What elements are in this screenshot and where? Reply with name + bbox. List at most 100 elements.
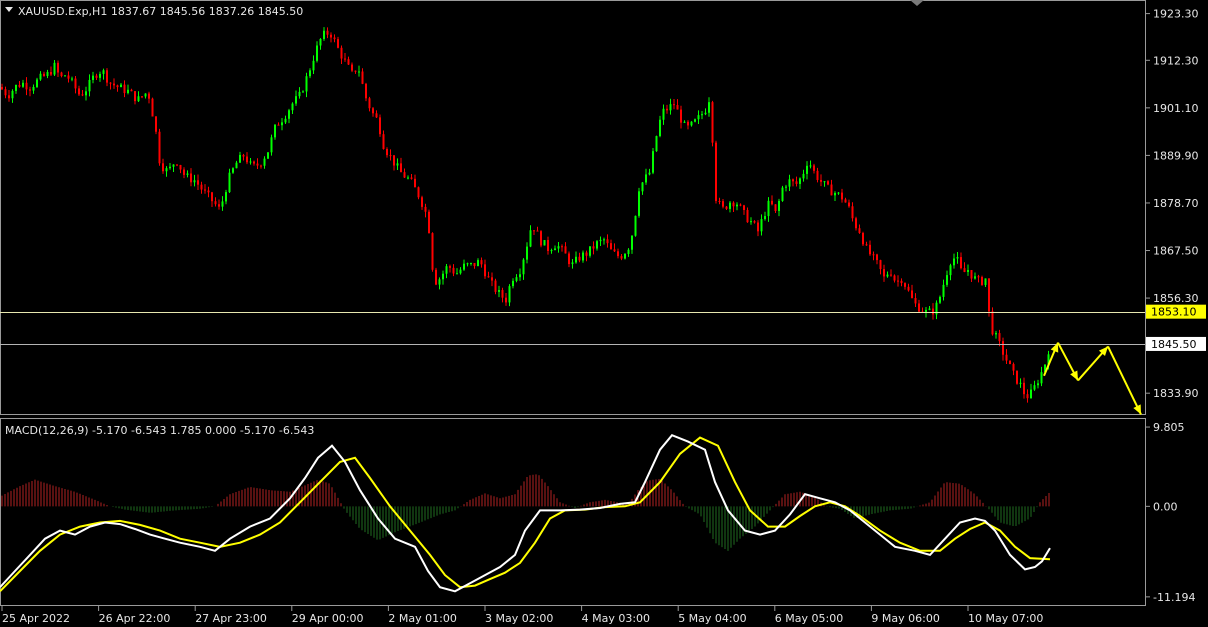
candle-body	[582, 252, 584, 261]
candle-body	[865, 244, 868, 246]
candle-body	[928, 308, 931, 310]
candle-body	[876, 254, 878, 261]
candle-body	[158, 131, 161, 164]
candle-body	[676, 104, 679, 110]
candle-body	[116, 85, 119, 88]
candle-body	[568, 253, 570, 265]
price-tick-label: 1901.10	[1153, 102, 1199, 115]
candle-body	[900, 280, 903, 284]
candle-body	[519, 274, 521, 278]
candle-body	[487, 276, 490, 278]
candle-body	[260, 165, 262, 167]
chart-background	[0, 0, 1208, 627]
candle-body	[683, 121, 686, 123]
candle-body	[151, 98, 154, 117]
time-tick-label: 3 May 02:00	[485, 612, 553, 625]
candle-body	[991, 311, 994, 335]
candle-body	[704, 112, 707, 115]
candle-body	[806, 165, 808, 174]
candle-body	[932, 308, 934, 315]
candle-body	[323, 30, 325, 39]
candle-body	[893, 275, 896, 281]
candle-body	[795, 181, 798, 184]
candle-body	[508, 286, 511, 303]
candle-body	[561, 246, 563, 248]
candle-body	[729, 202, 731, 209]
candle-body	[270, 137, 273, 153]
candle-body	[246, 156, 248, 163]
candle-body	[316, 45, 318, 61]
candle-body	[242, 154, 245, 157]
candle-body	[284, 118, 287, 123]
candle-body	[613, 249, 616, 252]
candle-body	[85, 91, 87, 96]
candle-body	[953, 258, 955, 266]
time-tick-label: 4 May 03:00	[582, 612, 650, 625]
trading-chart[interactable]: XAUUSD.Exp,H1 1837.67 1845.56 1837.26 18…	[0, 0, 1208, 627]
candle-body	[134, 91, 136, 102]
candle-body	[214, 201, 217, 205]
candle-body	[64, 75, 66, 77]
candle-body	[305, 76, 308, 92]
candle-body	[253, 161, 255, 164]
candle-body	[610, 243, 612, 250]
candle-body	[25, 82, 28, 90]
candle-body	[11, 90, 14, 99]
candle-body	[309, 70, 311, 77]
candle-body	[74, 78, 77, 89]
time-tick-label: 2 May 01:00	[388, 612, 456, 625]
current-price-label: 1845.50	[1151, 338, 1197, 351]
candle-body	[169, 166, 171, 169]
candle-body	[421, 197, 423, 207]
candle-body	[925, 309, 927, 312]
candle-body	[715, 142, 717, 201]
candle-body	[711, 102, 714, 143]
candle-body	[326, 30, 329, 35]
candle-body	[438, 279, 441, 285]
candle-body	[533, 230, 535, 232]
candle-body	[148, 93, 150, 99]
candle-body	[606, 239, 609, 244]
candle-body	[470, 262, 472, 264]
candle-body	[757, 222, 759, 232]
candle-body	[918, 303, 920, 312]
candle-body	[981, 276, 983, 285]
candle-body	[764, 216, 766, 220]
candle-body	[869, 244, 871, 255]
candle-body	[785, 186, 787, 188]
candle-body	[655, 136, 658, 152]
candle-body	[354, 70, 357, 72]
candle-body	[907, 286, 910, 291]
candle-body	[855, 218, 857, 229]
candle-body	[526, 246, 528, 260]
candle-body	[36, 79, 38, 87]
candle-body	[725, 206, 728, 209]
time-tick-label: 5 May 04:00	[678, 612, 746, 625]
candle-body	[694, 119, 696, 122]
candle-body	[550, 250, 553, 252]
candle-body	[1009, 360, 1011, 365]
candle-body	[799, 178, 801, 184]
time-tick-label: 26 Apr 22:00	[99, 612, 171, 625]
candle-body	[1016, 370, 1018, 384]
candle-body	[456, 273, 458, 275]
candle-body	[358, 71, 360, 73]
candle-body	[722, 201, 724, 207]
candle-body	[382, 134, 385, 150]
candle-body	[603, 239, 605, 241]
candle-body	[736, 204, 738, 207]
candle-body	[333, 37, 336, 40]
candle-body	[942, 284, 945, 297]
candle-body	[834, 192, 836, 196]
candle-body	[442, 273, 444, 280]
candle-body	[22, 82, 24, 87]
candle-body	[141, 96, 143, 98]
candle-body	[662, 108, 665, 120]
candle-body	[781, 187, 784, 201]
candle-body	[792, 179, 794, 182]
candle-body	[911, 290, 913, 299]
candle-body	[393, 155, 395, 166]
candle-body	[424, 206, 427, 212]
candle-body	[53, 62, 56, 75]
candle-body	[540, 231, 542, 246]
